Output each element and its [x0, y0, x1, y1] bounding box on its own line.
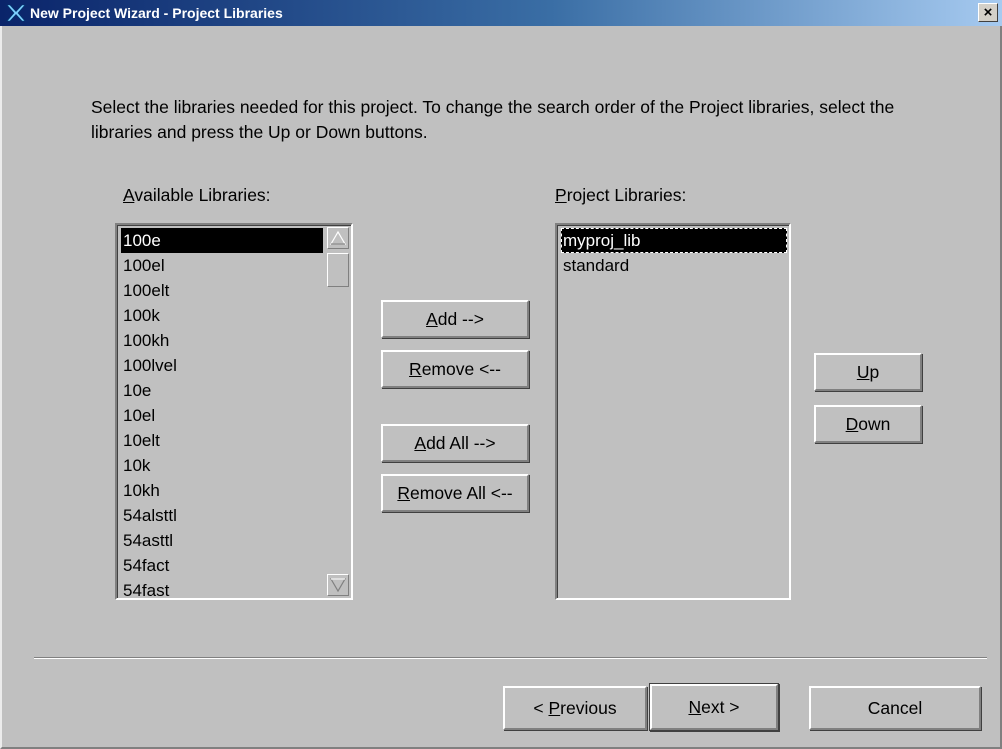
list-item[interactable]: 100e: [121, 228, 323, 253]
list-item[interactable]: 54fact: [121, 553, 323, 578]
up-button[interactable]: Up: [814, 353, 922, 391]
scroll-up-arrow-icon[interactable]: [327, 227, 349, 249]
list-item[interactable]: 10el: [121, 403, 323, 428]
available-libraries-list[interactable]: 100e 100el 100elt 100k 100kh 100lvel 10e 10el 10…: [115, 223, 353, 600]
add-all-button[interactable]: Add All -->: [381, 424, 529, 462]
remove-all-button[interactable]: Remove All <--: [381, 474, 529, 512]
list-item[interactable]: myproj_lib: [561, 228, 787, 253]
list-item[interactable]: 54asttl: [121, 528, 323, 553]
next-button[interactable]: Next >: [650, 684, 778, 730]
list-item[interactable]: 100el: [121, 253, 323, 278]
xilinx-logo-icon: [6, 4, 26, 22]
list-item[interactable]: 100k: [121, 303, 323, 328]
list-item[interactable]: 10kh: [121, 478, 323, 503]
list-item[interactable]: 100lvel: [121, 353, 323, 378]
list-item[interactable]: 54alsttl: [121, 503, 323, 528]
add-button[interactable]: Add -->: [381, 300, 529, 338]
list-item[interactable]: 54fast: [121, 578, 323, 598]
footer-separator: [34, 657, 987, 659]
list-item[interactable]: 10elt: [121, 428, 323, 453]
list-item[interactable]: standard: [561, 253, 787, 278]
previous-button[interactable]: < Previous: [503, 686, 647, 730]
list-item[interactable]: 100kh: [121, 328, 323, 353]
down-button[interactable]: Down: [814, 405, 922, 443]
list-item[interactable]: 10k: [121, 453, 323, 478]
list-item[interactable]: 10e: [121, 378, 323, 403]
scroll-thumb[interactable]: [327, 253, 349, 287]
list-item[interactable]: 100elt: [121, 278, 323, 303]
project-libraries-label: Project Libraries:: [555, 185, 687, 205]
project-libraries-list[interactable]: myproj_lib standard: [555, 223, 791, 600]
title-bar: New Project Wizard - Project Libraries ×: [0, 0, 1002, 26]
scroll-down-arrow-icon[interactable]: [327, 574, 349, 596]
available-libraries-scrollbar[interactable]: [327, 227, 349, 596]
remove-button[interactable]: Remove <--: [381, 350, 529, 388]
window-title: New Project Wizard - Project Libraries: [30, 5, 283, 21]
available-libraries-label: Available Libraries:: [123, 185, 271, 205]
instructions-text: Select the libraries needed for this pro…: [91, 97, 895, 142]
cancel-button[interactable]: Cancel: [809, 686, 981, 730]
close-icon[interactable]: ×: [978, 3, 998, 22]
